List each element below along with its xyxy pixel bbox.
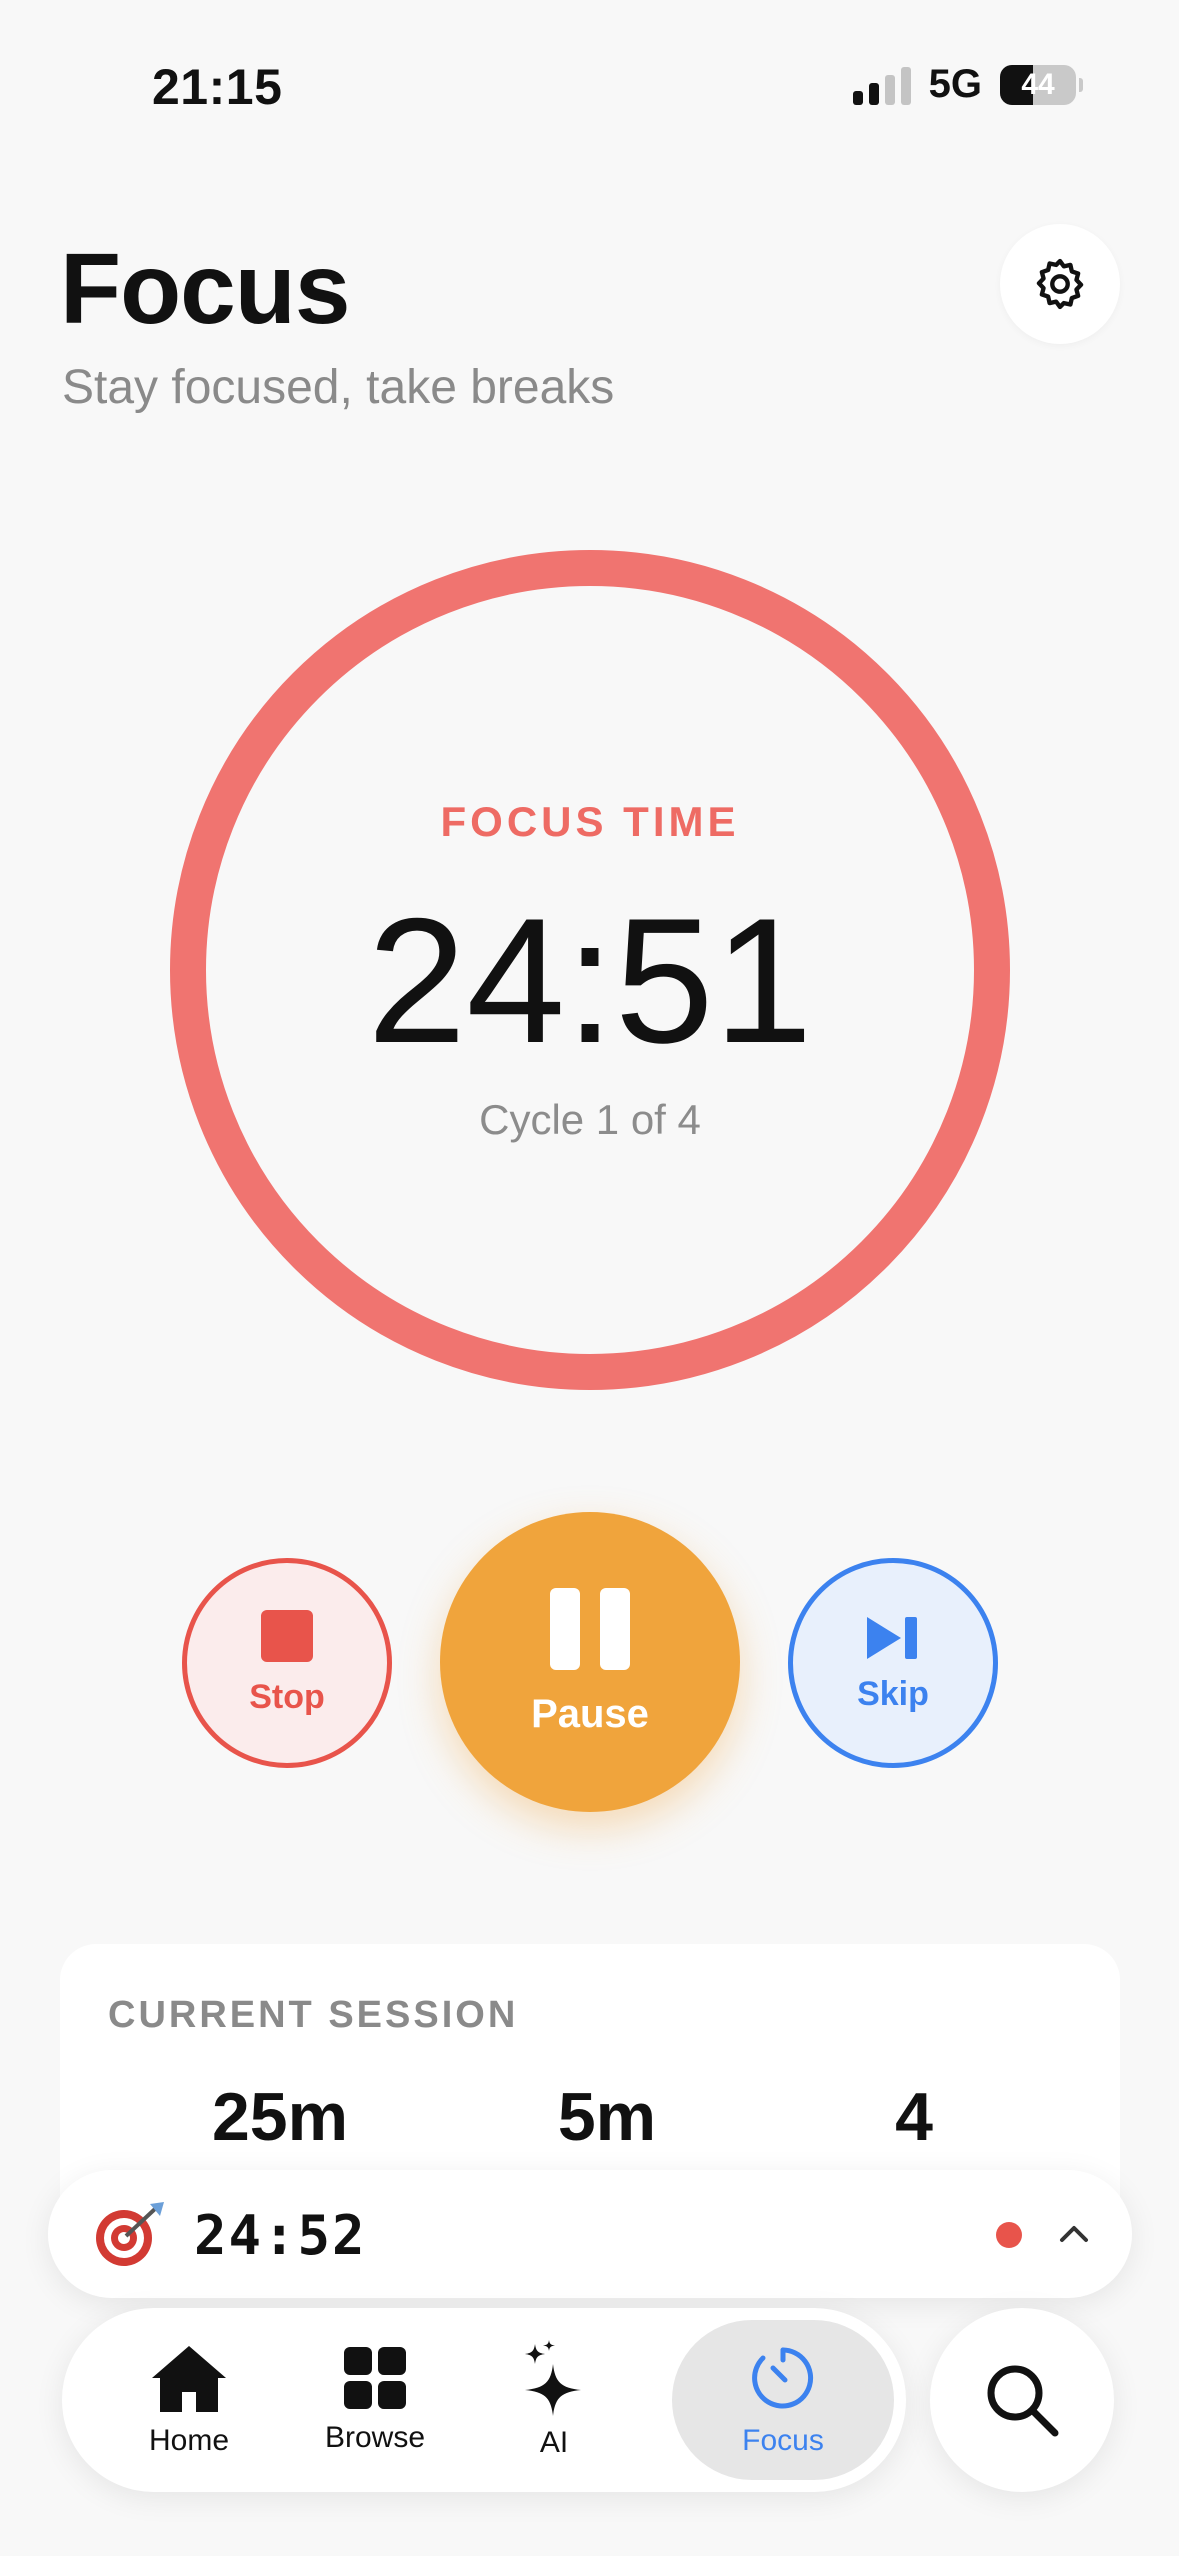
pause-icon	[550, 1587, 630, 1670]
tab-ai[interactable]: AI	[494, 2320, 614, 2480]
status-indicators: 5G 44	[852, 62, 1083, 107]
stop-square-icon	[261, 1609, 313, 1662]
status-time: 21:15	[152, 59, 283, 115]
skip-forward-icon	[867, 1616, 917, 1659]
chevron-up-icon[interactable]	[1052, 2212, 1096, 2256]
session-title: CURRENT SESSION	[108, 1994, 519, 2036]
grid-icon	[344, 2347, 406, 2409]
page-title: Focus	[60, 233, 350, 345]
focus-screen: 21:15 5G 44 Focus Stay focused, take bre…	[0, 0, 1179, 2556]
stop-label: Stop	[249, 1677, 325, 1716]
signal-icon	[852, 65, 911, 105]
timer-ring: FOCUS TIME 24:51 Cycle 1 of 4	[168, 548, 1012, 1392]
mini-timer-time: 24:52	[194, 2204, 367, 2267]
tab-bar: Home Browse AI Focus	[62, 2308, 906, 2492]
pause-button[interactable]: Pause	[440, 1512, 740, 1812]
battery-icon: 44	[1000, 64, 1083, 105]
sparkles-icon	[525, 2340, 581, 2416]
session-focus-duration: 25m	[211, 2079, 349, 2155]
stop-button[interactable]: Stop	[182, 1558, 392, 1768]
network-type: 5G	[928, 62, 982, 106]
page-subtitle: Stay focused, take breaks	[62, 361, 615, 414]
tab-home[interactable]: Home	[114, 2320, 264, 2480]
timer-icon	[752, 2347, 814, 2409]
settings-button[interactable]	[1000, 224, 1120, 344]
session-break-duration: 5m	[557, 2079, 657, 2155]
tab-home-label: Home	[148, 2424, 230, 2457]
timer-countdown: 24:51	[367, 881, 813, 1080]
pause-label: Pause	[531, 1691, 649, 1736]
tab-ai-label: AI	[539, 2426, 569, 2459]
battery-level: 44	[1021, 67, 1055, 101]
timer-cycle: Cycle 1 of 4	[479, 1096, 701, 1143]
mini-timer-bar[interactable]: 24:52	[48, 2170, 1132, 2298]
tab-focus[interactable]: Focus	[672, 2320, 894, 2480]
skip-button[interactable]: Skip	[788, 1558, 998, 1768]
tab-focus-label: Focus	[742, 2424, 824, 2457]
target-icon	[96, 2202, 164, 2266]
session-cycles: 4	[895, 2079, 933, 2155]
search-button[interactable]	[930, 2308, 1114, 2492]
timer-mode-label: FOCUS TIME	[440, 798, 740, 845]
search-icon	[987, 2365, 1059, 2437]
tab-browse-label: Browse	[324, 2421, 426, 2454]
gear-icon	[1036, 258, 1084, 310]
recording-dot	[996, 2222, 1022, 2248]
house-icon	[152, 2346, 226, 2412]
skip-label: Skip	[857, 1674, 929, 1713]
tab-browse[interactable]: Browse	[300, 2320, 450, 2480]
